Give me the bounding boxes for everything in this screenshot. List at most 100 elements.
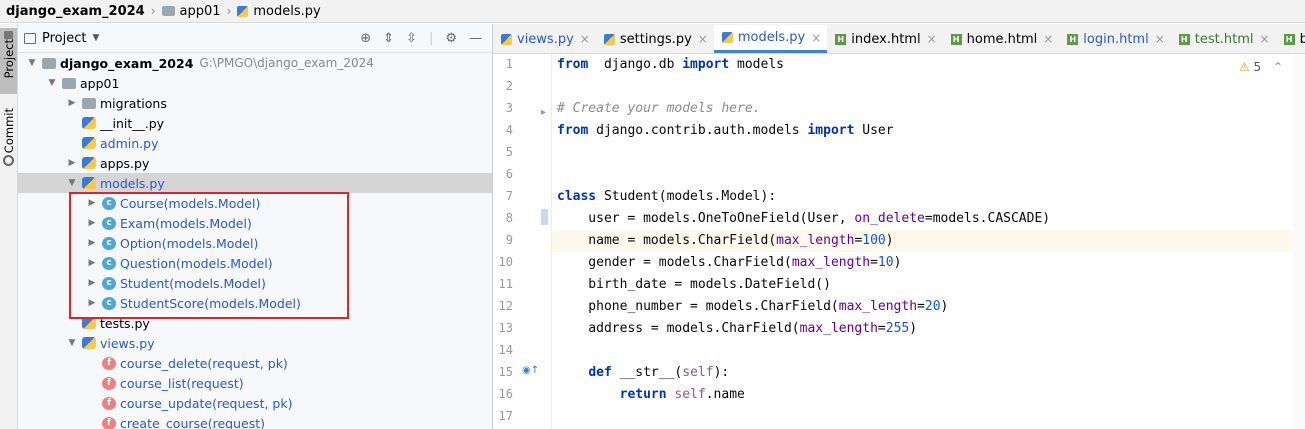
code-line[interactable]: from django.contrib.auth.models import U… [557, 123, 894, 138]
tree-item-question-models-model[interactable]: ▶ c Question(models.Model) [18, 253, 492, 273]
tree-item-app01[interactable]: ▼ app01 [18, 73, 492, 93]
chevron-right-icon[interactable]: ▶ [86, 238, 98, 248]
project-tool-tab[interactable]: Project [0, 28, 17, 94]
tree-item-option-models-model[interactable]: ▶ c Option(models.Model) [18, 233, 492, 253]
python-file-icon [82, 337, 96, 349]
tab-base[interactable]: Hbase. [1276, 25, 1305, 53]
chevron-right-icon[interactable]: ▶ [86, 298, 98, 308]
tree-item-label: Exam(models.Model) [120, 215, 252, 231]
chevron-right-icon[interactable]: ▶ [66, 158, 78, 168]
chevron-right-icon[interactable]: ▶ [86, 218, 98, 228]
breadcrumb-folder[interactable]: app01 [161, 4, 221, 19]
chevron-right-icon[interactable]: ▶ [86, 258, 98, 268]
chevron-up-icon[interactable]: ⌃ [1273, 60, 1283, 74]
python-file-icon [82, 317, 96, 329]
project-panel-title[interactable]: Project [42, 31, 86, 46]
code-line[interactable]: user = models.OneToOneField(User, on_del… [557, 211, 1050, 226]
locate-icon[interactable]: ⊕ [360, 31, 371, 46]
tree-item-label: course_delete(request, pk) [120, 355, 288, 371]
python-file-icon [82, 137, 96, 149]
close-icon[interactable]: × [698, 32, 708, 46]
commit-tool-tab[interactable]: Commit [0, 108, 17, 178]
code-line[interactable]: birth_date = models.DateField() [557, 277, 831, 292]
tab-home-html[interactable]: Hhome.html × [943, 25, 1060, 53]
tree-item-admin-py[interactable]: admin.py [18, 133, 492, 153]
collapse-all-icon[interactable]: ⇳ [406, 31, 417, 46]
close-icon[interactable]: × [927, 32, 937, 46]
override-icon[interactable]: ◉↑ [522, 365, 539, 376]
code-token: max_length [776, 233, 855, 248]
chevron-right-icon[interactable]: ▶ [66, 98, 78, 108]
tab-views-py[interactable]: views.py × [493, 25, 596, 53]
warning-icon: ⚠ [1238, 60, 1250, 74]
tree-item-tests-py[interactable]: tests.py [18, 313, 492, 333]
tab-settings-py[interactable]: settings.py × [596, 25, 714, 53]
tree-item-student-models-model[interactable]: ▶ c Student(models.Model) [18, 273, 492, 293]
tree-item-migrations[interactable]: ▶ migrations [18, 93, 492, 113]
line-number: 5 [505, 145, 513, 159]
tree-item-create-course-request[interactable]: f create_course(request) [18, 413, 492, 429]
tab-models-py[interactable]: models.py × [713, 25, 828, 53]
code-token: self [682, 365, 714, 380]
editor-scrollbar[interactable] [1293, 54, 1305, 429]
code-line[interactable]: name = models.CharField(max_length=100) [557, 233, 893, 248]
code-token: birth_date = models.DateField() [557, 277, 831, 292]
code-token: def [588, 365, 612, 380]
close-icon[interactable]: × [580, 32, 590, 46]
fold-icon[interactable]: ▸ [541, 107, 546, 118]
tree-item-label: models.py [100, 175, 165, 191]
code-line[interactable]: from django.db import models [557, 57, 784, 72]
code-token: phone_number = models.CharField( [557, 299, 839, 314]
tree-item-label: create_course(request) [120, 415, 265, 429]
tab-label: base. [1300, 32, 1305, 47]
expand-all-icon[interactable]: ⇕ [383, 31, 394, 46]
tree-item-label: views.py [100, 335, 155, 351]
tree-item-course-delete-request-pk[interactable]: f course_delete(request, pk) [18, 353, 492, 373]
tree-item-apps-py[interactable]: ▶ apps.py [18, 153, 492, 173]
code-line[interactable]: def __str__(self): [557, 365, 729, 380]
tree-item-course-models-model[interactable]: ▶ c Course(models.Model) [18, 193, 492, 213]
tree-item-course-update-request-pk[interactable]: f course_update(request, pk) [18, 393, 492, 413]
code-line[interactable]: gender = models.CharField(max_length=10) [557, 255, 901, 270]
tree-item-views-py[interactable]: ▼ views.py [18, 333, 492, 353]
minimize-icon[interactable]: — [469, 31, 482, 46]
chevron-down-icon[interactable]: ▼ [66, 178, 78, 188]
tree-root[interactable]: ▼ django_exam_2024 G:\PMGO\django_exam_2… [18, 53, 492, 73]
chevron-right-icon[interactable]: ▶ [86, 198, 98, 208]
breadcrumb-project[interactable]: django_exam_2024 [6, 4, 145, 19]
chevron-down-icon[interactable]: ▼ [92, 33, 99, 43]
code-token: =models.CASCADE) [924, 211, 1051, 226]
project-panel-icon [24, 32, 36, 44]
chevron-down-icon[interactable]: ▼ [26, 58, 38, 68]
code-line[interactable]: # Create your models here. [557, 101, 761, 116]
tab-login-html[interactable]: Hlogin.html × [1059, 25, 1170, 53]
code-token: import [807, 123, 855, 138]
close-icon[interactable]: × [1043, 32, 1053, 46]
breadcrumb-file[interactable]: models.py [237, 4, 321, 19]
gear-icon[interactable]: ⚙ [445, 31, 457, 46]
tree-item-exam-models-model[interactable]: ▶ c Exam(models.Model) [18, 213, 492, 233]
chevron-down-icon[interactable]: ▼ [66, 338, 78, 348]
tree-item-course-list-request[interactable]: f course_list(request) [18, 373, 492, 393]
class-icon: c [102, 196, 116, 210]
chevron-down-icon[interactable]: ▼ [46, 78, 58, 88]
tree-item-init-py[interactable]: __init__.py [18, 113, 492, 133]
inspection-widget[interactable]: ⚠ 5 ⌃ [1239, 60, 1283, 74]
code-area[interactable]: ◉↑ ▸ 1 from django.db import models 2 3 # Crea… [493, 54, 1305, 429]
tree-item-studentscore-models-model[interactable]: ▶ c StudentScore(models.Model) [18, 293, 492, 313]
close-icon[interactable]: × [811, 31, 821, 45]
code-line[interactable]: address = models.CharField(max_length=25… [557, 321, 917, 336]
close-icon[interactable]: × [1260, 32, 1270, 46]
code-line[interactable]: class Student(models.Model): [557, 189, 776, 204]
code-line[interactable]: return self.name [557, 387, 745, 402]
close-icon[interactable]: × [1155, 32, 1165, 46]
code-line[interactable]: phone_number = models.CharField(max_leng… [557, 299, 948, 314]
tab-test-html[interactable]: Htest.html × [1171, 25, 1276, 53]
code-token: name = models.CharField( [557, 233, 777, 248]
tab-label: settings.py [619, 31, 692, 47]
chevron-right-icon[interactable]: ▶ [86, 278, 98, 288]
line-number: 16 [498, 387, 513, 401]
tree-item-models-py[interactable]: ▼ models.py [18, 173, 492, 193]
tab-index-html[interactable]: Hindex.html × [827, 25, 942, 53]
